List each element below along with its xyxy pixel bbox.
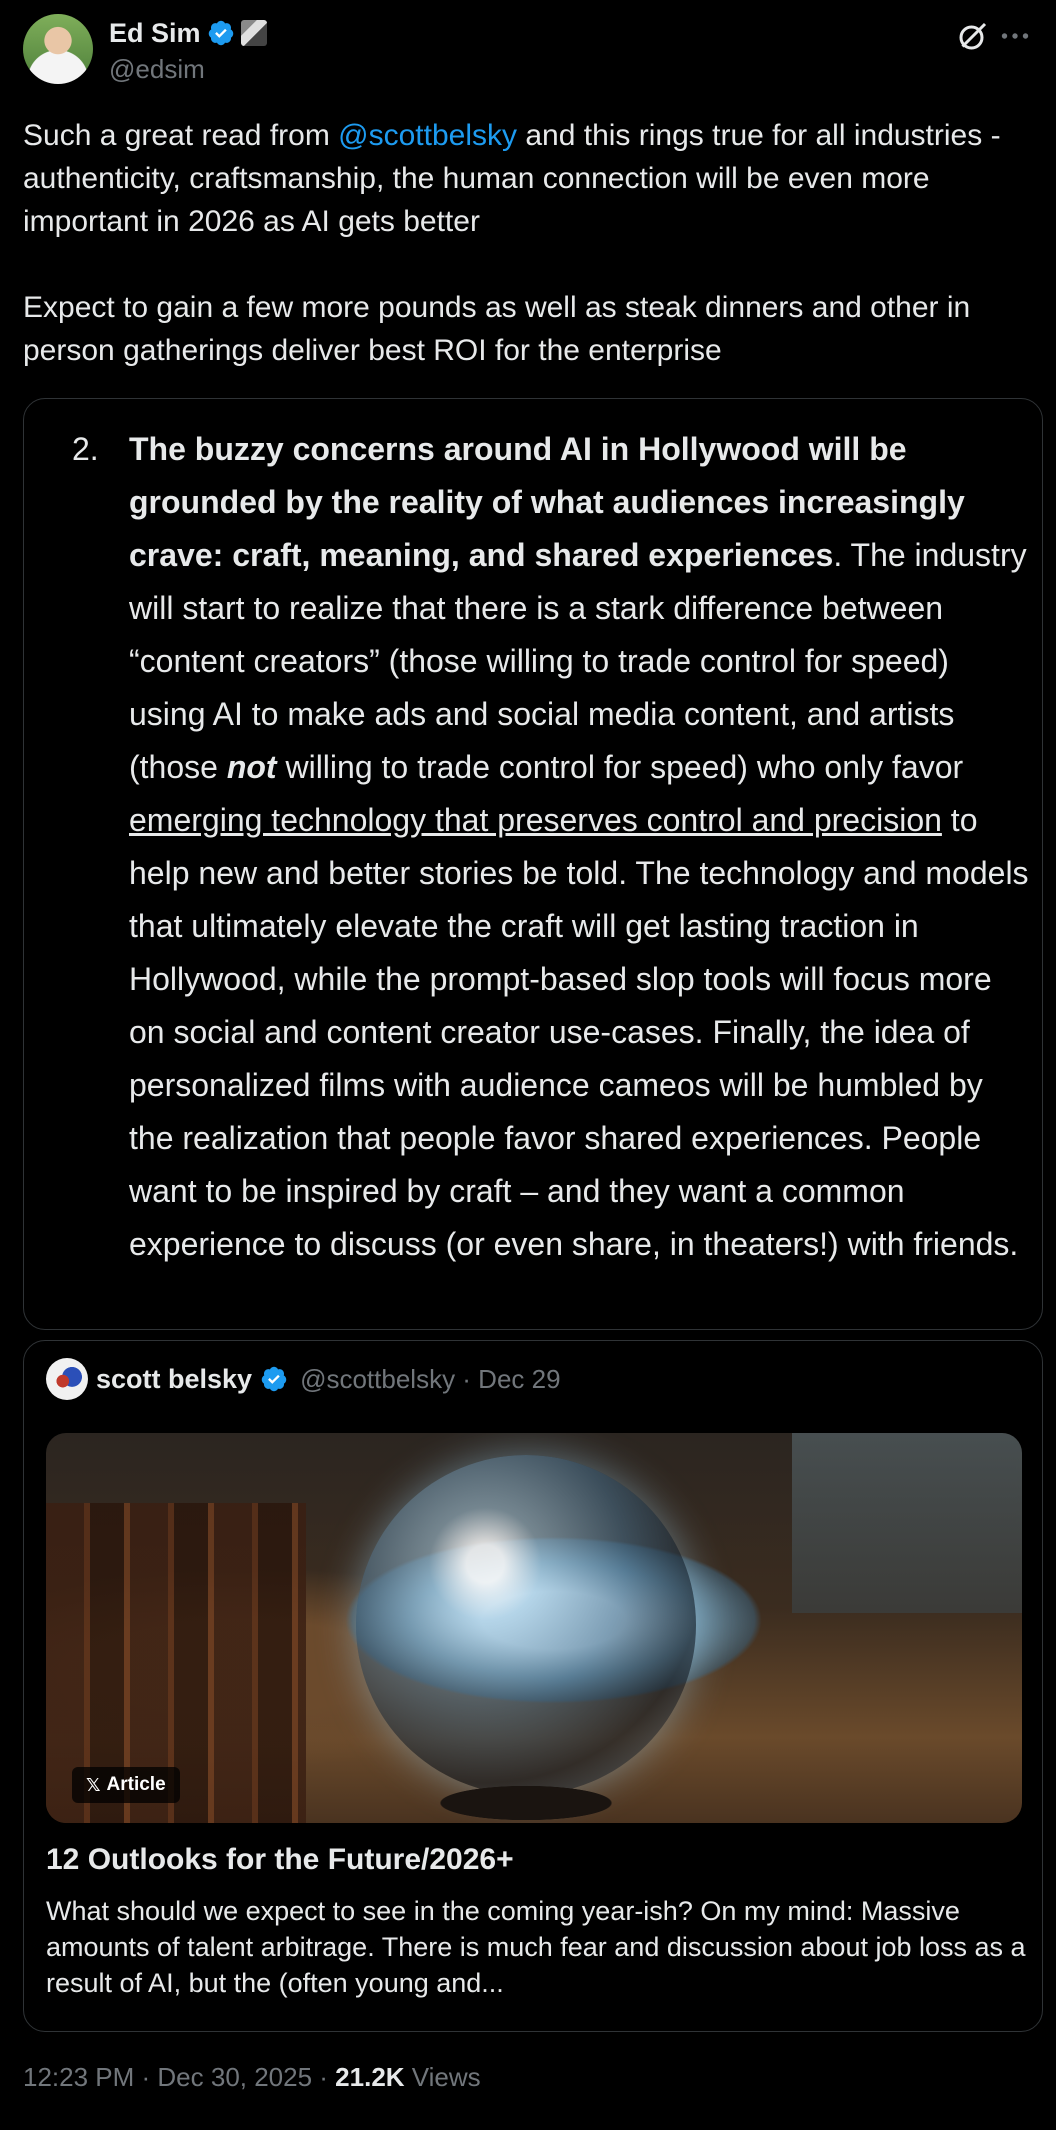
image-link-text: emerging technology that preserves contr…	[129, 802, 942, 838]
tweet-timestamp[interactable]: 12:23 PM · Dec 30, 2025 ·	[23, 2062, 335, 2092]
author-name-row: Ed Sim	[109, 16, 267, 50]
article-cover-image[interactable]: 𝕏 Article	[46, 1433, 1022, 1823]
verified-badge-icon	[208, 20, 233, 46]
more-icon[interactable]	[997, 18, 1033, 54]
tweet-paragraph-2: Expect to gain a few more pounds as well…	[23, 291, 971, 367]
grok-icon[interactable]	[955, 18, 991, 54]
cover-window	[792, 1433, 1022, 1613]
list-number: 2.	[72, 431, 99, 467]
tweet-paragraph-1: Such a great read from @scottbelsky and …	[23, 119, 1001, 238]
views-label: Views	[404, 2062, 481, 2092]
quoted-handle-date: @scottbelsky · Dec 29	[300, 1363, 561, 1394]
article-badge: 𝕏 Article	[72, 1767, 180, 1803]
tweet-text: Such a great read from @scottbelsky and …	[23, 114, 1033, 372]
crystal-ball-image	[356, 1455, 696, 1795]
x-logo-icon: 𝕏	[86, 1774, 101, 1795]
views-count: 21.2K	[335, 2062, 405, 2092]
mention-link[interactable]: @scottbelsky	[338, 119, 517, 152]
quoted-author-name: scott belsky	[96, 1363, 253, 1394]
verified-badge-icon	[261, 1366, 287, 1392]
crystal-ball-base	[426, 1783, 626, 1823]
image-italic-word: not	[226, 749, 277, 785]
attached-image[interactable]: 2. The buzzy concerns around AI in Holly…	[23, 398, 1043, 1330]
author-handle[interactable]: @edsim	[109, 54, 205, 85]
tweet-header: Ed Sim @edsim	[23, 14, 1033, 88]
quoted-post[interactable]: scott belsky @scottbelsky · Dec 29 𝕏 Art…	[23, 1340, 1043, 2032]
author-avatar[interactable]	[23, 14, 93, 84]
image-text-body: The buzzy concerns around AI in Hollywoo…	[129, 431, 1029, 1262]
author-display-name[interactable]: Ed Sim	[109, 18, 201, 49]
article-excerpt: What should we expect to see in the comi…	[46, 1896, 1026, 1998]
quoted-post-header: scott belsky @scottbelsky · Dec 29	[46, 1357, 561, 1401]
article-title[interactable]: 12 Outlooks for the Future/2026+	[46, 1843, 514, 1877]
tweet-meta: 12:23 PM · Dec 30, 2025 · 21.2K Views	[23, 2062, 481, 2093]
affiliate-badge-icon	[240, 20, 267, 46]
quoted-author-avatar	[46, 1358, 88, 1400]
